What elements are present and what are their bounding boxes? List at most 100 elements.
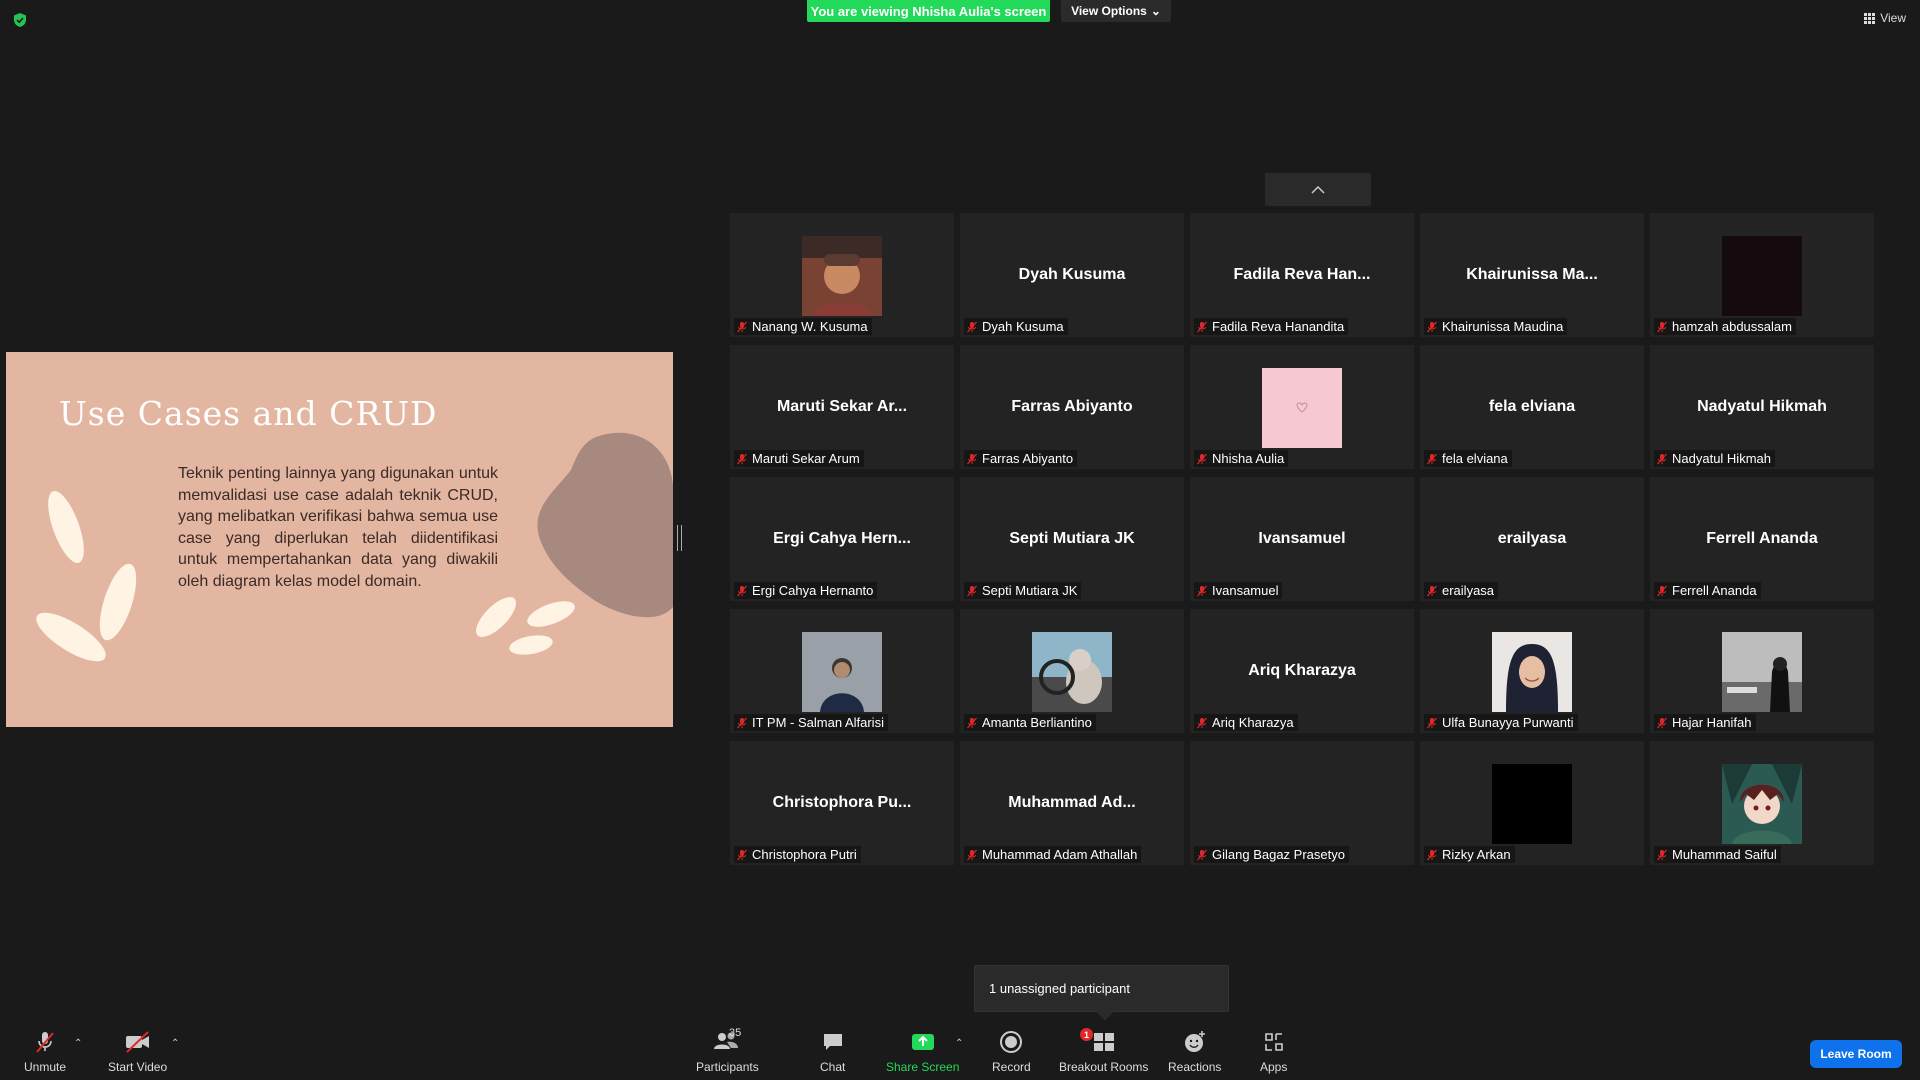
participant-tile[interactable]: fela elviana fela elviana	[1420, 345, 1644, 469]
gallery-scroll-up-button[interactable]	[1265, 173, 1371, 206]
participant-tile[interactable]: Ariq Kharazya Ariq Kharazya	[1190, 609, 1414, 733]
video-options-caret-icon[interactable]: ⌃	[171, 1038, 179, 1049]
microphone-muted-icon	[1657, 849, 1667, 860]
breakout-rooms-button[interactable]: 1 Breakout Rooms	[1059, 1028, 1148, 1074]
participant-tile[interactable]: Maruti Sekar Ar... Maruti Sekar Arum	[730, 345, 954, 469]
microphone-muted-icon	[737, 321, 747, 332]
leave-room-button[interactable]: Leave Room	[1810, 1040, 1902, 1068]
unmute-button[interactable]: Unmute	[24, 1030, 66, 1074]
meeting-toolbar: Unmute ⌃ Start Video ⌃ 35 Participants C…	[0, 1020, 1920, 1080]
microphone-muted-icon	[1427, 321, 1437, 332]
microphone-muted-icon	[36, 1032, 54, 1053]
start-video-button[interactable]: Start Video	[108, 1030, 167, 1074]
participants-count: 35	[729, 1027, 742, 1039]
participant-tile[interactable]: Muhammad Ad... Muhammad Adam Athallah	[960, 741, 1184, 865]
participant-tile[interactable]: Septi Mutiara JK Septi Mutiara JK	[960, 477, 1184, 601]
participant-tile[interactable]: Nadyatul Hikmah Nadyatul Hikmah	[1650, 345, 1874, 469]
participant-tile[interactable]: Ferrell Ananda Ferrell Ananda	[1650, 477, 1874, 601]
participant-name: Nadyatul Hikmah	[1672, 451, 1771, 466]
microphone-muted-icon	[1427, 585, 1437, 596]
view-label: View	[1880, 11, 1906, 25]
participant-name: Muhammad Adam Athallah	[982, 847, 1138, 862]
chat-button[interactable]: Chat	[820, 1030, 845, 1074]
participant-tile[interactable]: Dyah Kusuma Dyah Kusuma	[960, 213, 1184, 337]
participant-name-label: Ulfa Bunayya Purwanti	[1424, 714, 1578, 731]
participant-name: Amanta Berliantino	[982, 715, 1092, 730]
microphone-muted-icon	[967, 585, 977, 596]
view-options-button[interactable]: View Options ⌄	[1061, 0, 1171, 22]
microphone-muted-icon	[1427, 849, 1437, 860]
participants-label: Participants	[696, 1060, 759, 1074]
share-options-caret-icon[interactable]: ⌃	[955, 1038, 963, 1049]
participant-avatar	[1722, 236, 1802, 316]
reactions-button[interactable]: Reactions	[1168, 1030, 1221, 1074]
participant-tile[interactable]: Nhisha Aulia	[1190, 345, 1414, 469]
microphone-muted-icon	[737, 849, 747, 860]
participant-display-name: Ergi Cahya Hern...	[773, 530, 911, 547]
microphone-muted-icon	[967, 849, 977, 860]
participant-name: Muhammad Saiful	[1672, 847, 1777, 862]
participant-tile[interactable]: Fadila Reva Han... Fadila Reva Hanandita	[1190, 213, 1414, 337]
microphone-muted-icon	[1197, 453, 1207, 464]
microphone-muted-icon	[737, 585, 747, 596]
microphone-muted-icon	[1657, 321, 1667, 332]
participant-name-label: IT PM - Salman Alfarisi	[734, 714, 888, 731]
chevron-up-icon	[1311, 185, 1325, 194]
participant-tile[interactable]: Amanta Berliantino	[960, 609, 1184, 733]
security-shield-icon[interactable]	[12, 12, 28, 28]
participant-tile[interactable]: Muhammad Saiful	[1650, 741, 1874, 865]
slide-body-text: Teknik penting lainnya yang digunakan un…	[178, 465, 498, 590]
participant-tile[interactable]: Nanang W. Kusuma	[730, 213, 954, 337]
participant-tile[interactable]: Ivansamuel Ivansamuel	[1190, 477, 1414, 601]
microphone-muted-icon	[967, 453, 977, 464]
participant-tile[interactable]: Gilang Bagaz Prasetyo	[1190, 741, 1414, 865]
participant-display-name: Septi Mutiara JK	[1009, 530, 1135, 547]
participant-tile[interactable]: hamzah abdussalam	[1650, 213, 1874, 337]
shared-screen-slide[interactable]: Use Cases and CRUD Teknik penting lainny…	[6, 352, 673, 727]
microphone-muted-icon	[1427, 453, 1437, 464]
participant-name: Fadila Reva Hanandita	[1212, 319, 1345, 334]
participant-name: Ergi Cahya Hernanto	[752, 583, 874, 598]
participant-tile[interactable]: IT PM - Salman Alfarisi	[730, 609, 954, 733]
audio-options-caret-icon[interactable]: ⌃	[74, 1038, 82, 1049]
participant-tile[interactable]: Rizky Arkan	[1420, 741, 1644, 865]
participant-avatar	[1492, 764, 1572, 844]
participant-tile[interactable]: Ergi Cahya Hern... Ergi Cahya Hernanto	[730, 477, 954, 601]
unassigned-participant-tooltip[interactable]: 1 unassigned participant	[974, 965, 1229, 1012]
participant-display-name: Ivansamuel	[1258, 530, 1346, 547]
participant-tile[interactable]: Christophora Pu... Christophora Putri	[730, 741, 954, 865]
participant-tile[interactable]: Hajar Hanifah	[1650, 609, 1874, 733]
microphone-muted-icon	[1197, 849, 1207, 860]
breakout-rooms-icon	[1093, 1033, 1114, 1051]
microphone-muted-icon	[1657, 585, 1667, 596]
participant-display-name: Ariq Kharazya	[1248, 662, 1356, 679]
reactions-label: Reactions	[1168, 1060, 1222, 1074]
participant-name: erailyasa	[1442, 583, 1495, 598]
split-view-resize-handle[interactable]	[677, 525, 682, 551]
share-screen-button[interactable]: Share Screen	[886, 1030, 959, 1074]
unmute-label: Unmute	[24, 1060, 67, 1074]
record-button[interactable]: Record	[992, 1030, 1031, 1074]
participant-tile[interactable]: erailyasa erailyasa	[1420, 477, 1644, 601]
participant-gallery: Nanang W. Kusuma Dyah Kusuma Dyah Kusuma Fa…	[730, 213, 1874, 865]
microphone-muted-icon	[1197, 717, 1207, 728]
participant-name: Ulfa Bunayya Purwanti	[1442, 715, 1574, 730]
participant-display-name: Ferrell Ananda	[1706, 530, 1818, 547]
participant-name: Hajar Hanifah	[1672, 715, 1752, 730]
participant-name-label: Nhisha Aulia	[1194, 450, 1289, 467]
participant-tile[interactable]: Khairunissa Ma... Khairunissa Maudina	[1420, 213, 1644, 337]
participant-name-label: Ivansamuel	[1194, 582, 1283, 599]
record-icon	[1000, 1031, 1023, 1053]
participant-tile[interactable]: Ulfa Bunayya Purwanti	[1420, 609, 1644, 733]
participants-button[interactable]: 35 Participants	[696, 1027, 759, 1074]
participant-name-label: Gilang Bagaz Prasetyo	[1194, 846, 1349, 863]
participant-display-name: Fadila Reva Han...	[1233, 266, 1371, 283]
participant-name: Ariq Kharazya	[1212, 715, 1294, 730]
participant-display-name: erailyasa	[1497, 530, 1567, 547]
apps-button[interactable]: Apps	[1260, 1030, 1287, 1074]
participant-avatar	[1722, 632, 1802, 712]
video-camera-off-icon	[125, 1031, 149, 1053]
view-button[interactable]: View	[1864, 11, 1906, 25]
participant-tile[interactable]: Farras Abiyanto Farras Abiyanto	[960, 345, 1184, 469]
participant-name-label: Ergi Cahya Hernanto	[734, 582, 878, 599]
